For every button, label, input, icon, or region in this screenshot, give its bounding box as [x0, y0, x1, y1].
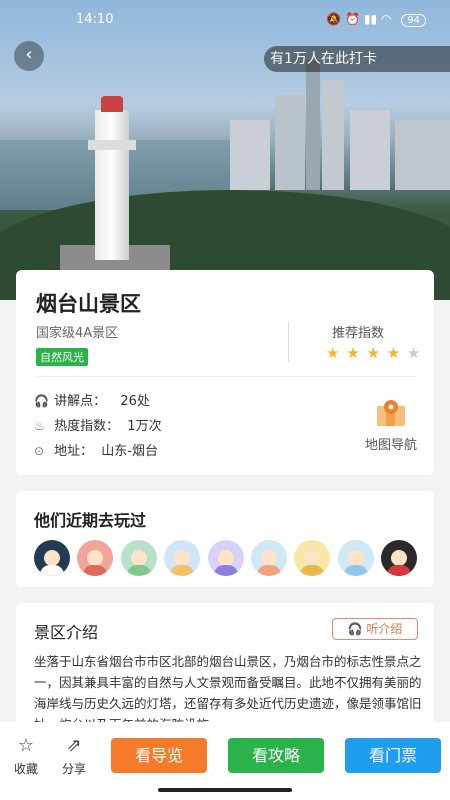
star-outline-icon: ☆	[17, 735, 35, 756]
lighthouse-lamp	[101, 96, 123, 112]
star-icon: ★	[346, 344, 361, 362]
battery-indicator: 94	[401, 14, 426, 27]
share-label: 分享	[61, 762, 86, 776]
avatar[interactable]	[294, 540, 331, 576]
city-building	[350, 110, 390, 190]
city-building	[395, 120, 450, 190]
rating-stars: ★ ★ ★ ★ ★	[326, 344, 421, 362]
status-bar: 14:10 🔕 ⏰ ▮▮ ◠ 94	[0, 10, 450, 30]
divider	[36, 376, 416, 377]
info-card: 烟台山景区 国家级4A景区 自然风光 推荐指数 ★ ★ ★ ★ ★ 🎧 讲解点：…	[16, 270, 434, 475]
info-row-heat: ♨ 热度指数： 1万次	[34, 415, 162, 434]
avatar[interactable]	[34, 540, 70, 576]
row-value: 26处	[120, 394, 150, 409]
visitor-avatars	[34, 540, 419, 580]
avatar[interactable]	[77, 540, 114, 576]
mute-icon: 🔕	[326, 12, 342, 26]
scenic-level: 国家级4A景区	[36, 326, 119, 341]
avatar[interactable]	[381, 540, 418, 576]
row-label: 讲解点：	[54, 394, 107, 409]
map-navigation-button[interactable]: 地图导航	[356, 398, 426, 453]
avatar[interactable]	[250, 540, 287, 576]
info-row-guide-points: 🎧 讲解点： 26处	[34, 390, 150, 409]
checkin-banner: 有1万人在此打卡	[264, 46, 450, 72]
row-label: 热度指数：	[54, 419, 120, 434]
location-icon: ⊙	[34, 444, 45, 458]
map-nav-label: 地图导航	[364, 438, 417, 453]
lighthouse-gallery	[88, 140, 136, 150]
page-title: 烟台山景区	[36, 292, 141, 316]
listen-intro-button[interactable]: 🎧 听介绍	[332, 618, 418, 640]
share-icon: ⇗	[66, 735, 82, 756]
intro-title: 景区介绍	[34, 623, 99, 642]
city-building	[230, 120, 270, 190]
strategy-button[interactable]: 看攻略	[228, 738, 324, 773]
star-icon: ★	[326, 344, 341, 362]
category-tag: 自然风光	[36, 348, 88, 366]
headphone-icon: 🎧	[347, 622, 363, 636]
row-value: 山东-烟台	[101, 444, 158, 459]
collect-label: 收藏	[13, 762, 38, 776]
hot-icon: ♨	[34, 419, 45, 433]
info-row-address: ⊙ 地址： 山东-烟台	[34, 440, 158, 459]
city-building	[322, 80, 344, 190]
visitors-title: 他们近期去玩过	[34, 511, 147, 530]
row-label: 地址：	[54, 444, 94, 459]
bottom-bar: ☆ 收藏 ⇗ 分享 看导览 看攻略 看门票	[0, 722, 450, 800]
map-pin-icon	[374, 398, 408, 428]
hero-image	[0, 0, 450, 300]
avatar[interactable]	[337, 540, 374, 576]
row-value: 1万次	[127, 419, 162, 434]
home-indicator	[158, 788, 292, 792]
recommend-label: 推荐指数	[332, 326, 385, 341]
back-button[interactable]: ‹	[14, 41, 44, 71]
avatar[interactable]	[207, 540, 244, 576]
lighthouse	[95, 110, 129, 260]
listen-label: 听介绍	[366, 622, 403, 636]
divider	[288, 322, 289, 362]
wifi-icon: ◠	[380, 12, 392, 26]
signal-icon: ▮▮	[363, 12, 378, 26]
ticket-button[interactable]: 看门票	[345, 738, 441, 773]
avatar[interactable]	[120, 540, 157, 576]
status-icons: 🔕 ⏰ ▮▮ ◠ 94	[326, 12, 426, 27]
star-icon: ★	[366, 344, 381, 362]
star-icon: ★	[386, 344, 402, 362]
star-icon: ★	[406, 344, 422, 362]
alarm-icon: ⏰	[345, 12, 361, 26]
visitors-card: 他们近期去玩过	[16, 491, 434, 587]
avatar[interactable]	[164, 540, 201, 576]
headphone-icon: 🎧	[34, 394, 49, 408]
share-button[interactable]: ⇗ 分享	[58, 735, 90, 777]
collect-button[interactable]: ☆ 收藏	[10, 735, 42, 777]
status-time: 14:10	[76, 12, 114, 27]
chevron-left-icon: ‹	[25, 44, 33, 65]
city-building	[306, 60, 320, 190]
city-building	[275, 95, 305, 190]
guide-button[interactable]: 看导览	[111, 738, 207, 773]
